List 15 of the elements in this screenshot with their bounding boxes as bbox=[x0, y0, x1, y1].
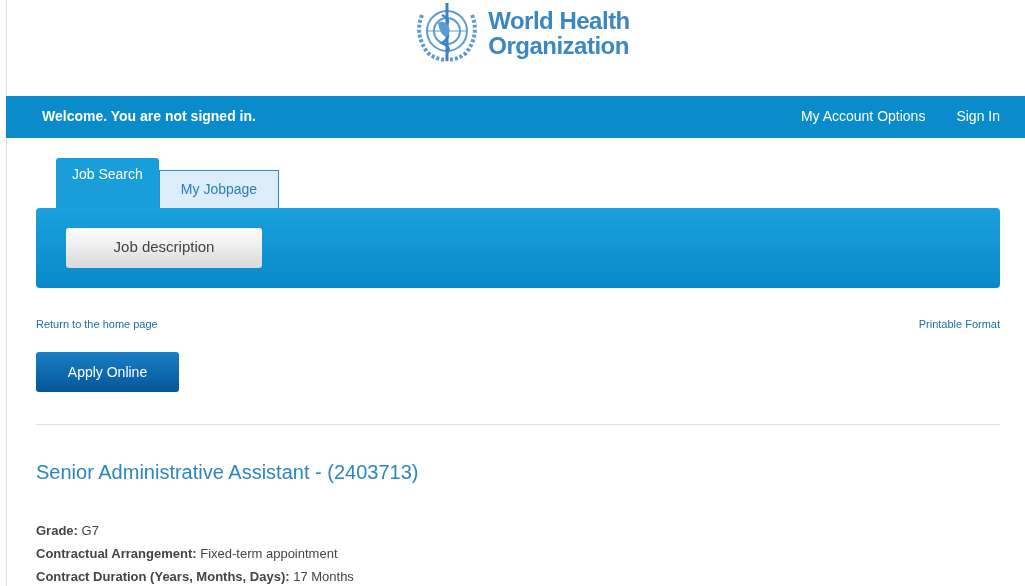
logo-text: Organization bbox=[488, 33, 630, 58]
job-detail: Contract Duration (Years, Months, Days): 17 Months bbox=[36, 568, 355, 586]
home-link[interactable]: Return to the home page bbox=[36, 315, 158, 332]
job-detail: Grade: G7 bbox=[36, 522, 100, 540]
tab[interactable]: Job Search bbox=[56, 157, 159, 208]
logo-text: World Health bbox=[488, 8, 630, 33]
welcome-text: Welcome. You are not signed in. bbox=[42, 107, 256, 127]
apply-online-button[interactable]: Apply Online bbox=[36, 352, 179, 392]
job-description-button[interactable]: Job description bbox=[66, 227, 262, 268]
nav-link[interactable]: Sign In bbox=[956, 106, 1000, 128]
nav-link[interactable]: My Account Options bbox=[800, 106, 926, 128]
printable-format-link[interactable]: Printable Format bbox=[918, 315, 1000, 332]
tab[interactable]: My Jobpage bbox=[158, 169, 280, 208]
job-detail: Contractual Arrangement: Fixed-term appointment bbox=[36, 545, 339, 563]
job-title: Senior Administrative Assistant - (2403713) bbox=[36, 460, 420, 485]
